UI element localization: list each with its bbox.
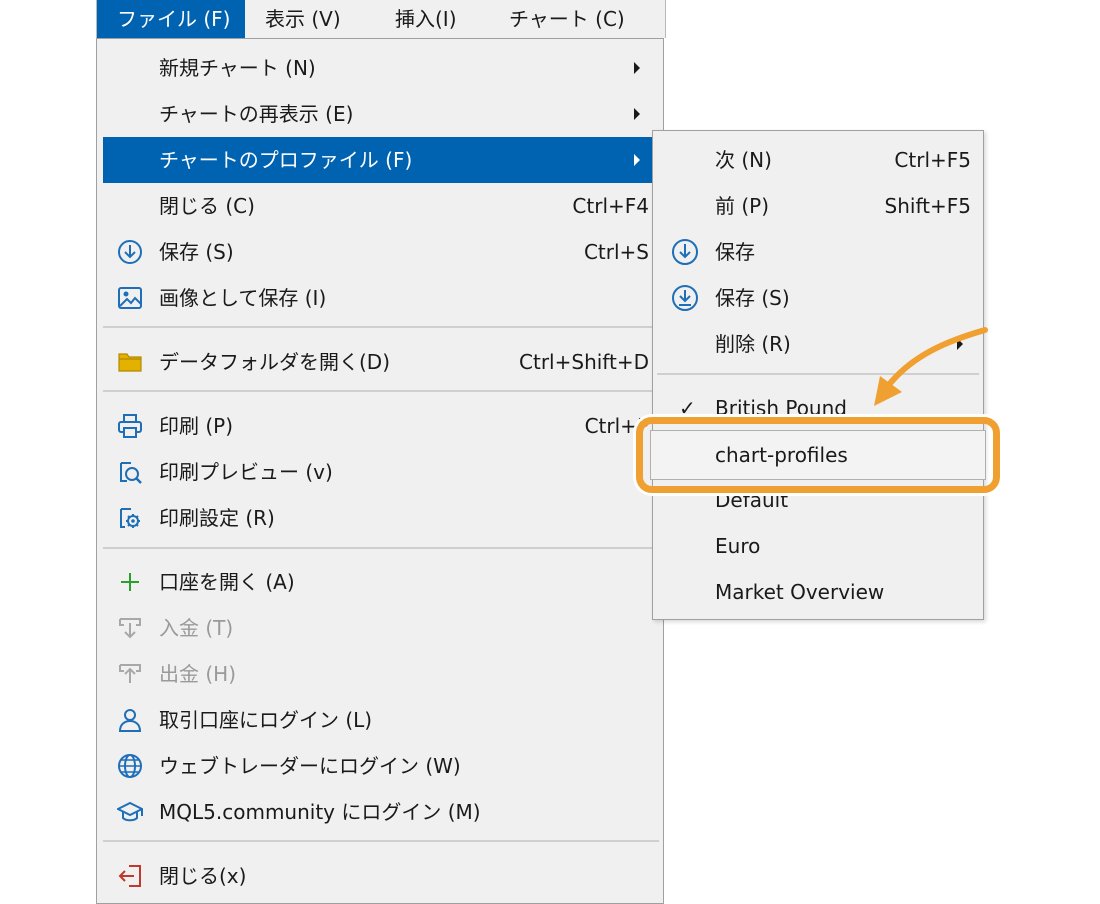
submenu-item-previous[interactable]: 前 (P) Shift+F5 [657,183,979,229]
submenu-item-label: 前 (P) [715,194,770,218]
submenu-arrow-icon [634,108,640,120]
menu-item-label: 印刷設定 (R) [159,506,275,530]
profile-item-label: Market Overview [715,580,885,604]
menu-item-print-setup[interactable]: 印刷設定 (R) [103,495,659,541]
menu-item-shortcut: Ctrl+F4 [572,194,649,218]
menu-item-label: 印刷 (P) [159,414,234,438]
menu-separator [103,547,659,549]
menu-item-label: 閉じる (C) [159,194,255,218]
menu-item-label: MQL5.community にログイン (M) [159,800,481,824]
orange-arrow-icon [874,327,988,406]
printer-icon [118,414,142,438]
image-icon [118,287,142,309]
menu-item-label: 入金 (T) [159,616,234,640]
menu-item-login-trade-account[interactable]: 取引口座にログイン (L) [103,697,659,743]
submenu-arrow-icon [634,62,640,74]
menu-item-save-as-image[interactable]: 画像として保存 (I) [103,275,659,321]
menu-item-label: チャートのプロファイル (F) [159,148,413,172]
graduation-cap-icon [117,801,143,822]
withdraw-icon [119,664,141,683]
menu-insert[interactable]: 挿入(I) [375,0,477,38]
menu-item-label: 口座を開く (A) [159,570,295,594]
menu-item-close[interactable]: 閉じる (C) Ctrl+F4 [103,183,659,229]
save-download-icon [672,239,698,265]
folder-icon [118,353,142,372]
save-download-icon [118,240,142,264]
print-settings-gear-icon [120,508,140,528]
menu-separator [103,390,659,392]
menu-item-login-mql5[interactable]: MQL5.community にログイン (M) [103,789,659,835]
menu-item-deposit[interactable]: 入金 (T) [103,605,659,651]
globe-icon [118,754,142,778]
submenu-item-save-as[interactable]: 保存 (S) [657,275,979,321]
menu-item-label: 印刷プレビュー (v) [159,460,333,484]
menu-item-shortcut: Ctrl+S [583,240,649,264]
profile-item-euro[interactable]: Euro [657,523,979,569]
menu-item-open-data-folder[interactable]: データフォルダを開く(D) Ctrl+Shift+D [103,339,659,385]
submenu-arrow-icon [634,154,640,166]
submenu-item-label: 削除 (R) [715,332,791,356]
plus-icon [121,573,139,591]
print-preview-icon [120,462,142,484]
deposit-icon [119,618,141,639]
menu-separator [103,326,659,328]
menu-item-print[interactable]: 印刷 (P) Ctrl+P [103,403,659,449]
menu-item-label: ウェブトレーダーにログイン (W) [159,754,461,778]
menu-bar: ファイル (F) 表示 (V) 挿入(I) チャート (C) [96,0,666,38]
menu-item-exit[interactable]: 閉じる(x) [103,853,659,899]
submenu-item-save[interactable]: 保存 [657,229,979,275]
file-menu-dropdown: 新規チャート (N) チャートの再表示 (E) チャートのプロファイル (F) … [96,38,664,904]
menu-item-open-account[interactable]: 口座を開く (A) [103,559,659,605]
menu-file[interactable]: ファイル (F) [97,0,245,38]
menu-item-label: 保存 (S) [159,240,234,264]
submenu-item-label: 次 (N) [715,148,772,172]
menu-item-label: チャートの再表示 (E) [159,102,354,126]
menu-item-label: 新規チャート (N) [159,56,316,80]
submenu-item-label: 保存 [715,240,755,264]
menu-item-save[interactable]: 保存 (S) Ctrl+S [103,229,659,275]
submenu-item-shortcut: Shift+F5 [884,194,971,218]
menu-separator [103,840,659,842]
user-icon [118,709,142,732]
menu-item-withdraw[interactable]: 出金 (H) [103,651,659,697]
menu-item-label: 取引口座にログイン (L) [159,708,373,732]
profile-item-label: Euro [715,534,761,558]
menu-item-redisplay-chart[interactable]: チャートの再表示 (E) [103,91,659,137]
exit-icon [118,865,141,887]
menu-item-shortcut: Ctrl+Shift+D [519,350,649,374]
menu-item-new-chart[interactable]: 新規チャート (N) [103,45,659,91]
menu-item-chart-profiles[interactable]: チャートのプロファイル (F) [103,137,659,183]
menu-item-label: 画像として保存 (I) [159,286,327,310]
submenu-item-shortcut: Ctrl+F5 [894,148,971,172]
menu-item-label: 出金 (H) [159,662,237,686]
save-as-icon [672,285,698,311]
orange-highlight-box [636,417,1000,493]
menu-item-label: データフォルダを開く(D) [159,350,391,374]
menu-item-print-preview[interactable]: 印刷プレビュー (v) [103,449,659,495]
submenu-item-next[interactable]: 次 (N) Ctrl+F5 [657,137,979,183]
profile-item-market-overview[interactable]: Market Overview [657,569,979,615]
menu-item-login-webtrader[interactable]: ウェブトレーダーにログイン (W) [103,743,659,789]
menu-view[interactable]: 表示 (V) [245,0,361,38]
menu-item-label: 閉じる(x) [159,864,247,888]
menu-chart[interactable]: チャート (C) [489,0,645,38]
submenu-item-label: 保存 (S) [715,286,790,310]
